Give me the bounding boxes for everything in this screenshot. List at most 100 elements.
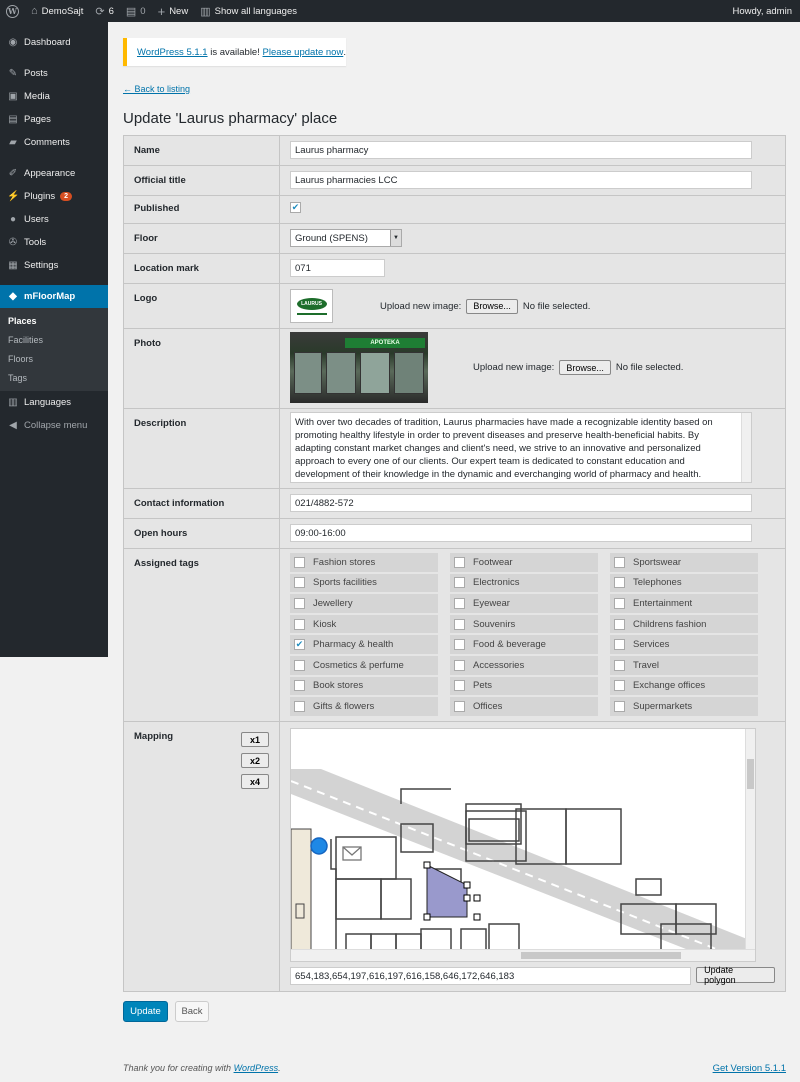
- sidebar-item-dashboard[interactable]: ◉ Dashboard: [0, 31, 108, 54]
- submenu-item-places[interactable]: Places: [0, 311, 108, 330]
- map-vertical-scrollbar[interactable]: [745, 729, 755, 951]
- polygon-coordinates-field[interactable]: 654,183,654,197,616,197,616,158,646,172,…: [290, 967, 692, 985]
- footer-wordpress-link[interactable]: WordPress: [234, 1063, 279, 1073]
- comments-link[interactable]: ▤ 0: [120, 0, 152, 22]
- submenu-item-tags[interactable]: Tags: [0, 368, 108, 387]
- submenu-item-floors[interactable]: Floors: [0, 349, 108, 368]
- tag-checkbox[interactable]: ✔: [294, 639, 305, 651]
- tag-checkbox[interactable]: [614, 577, 625, 589]
- floor-map-canvas[interactable]: [290, 728, 756, 962]
- tag-option[interactable]: Childrens fashion: [610, 614, 758, 634]
- tag-checkbox[interactable]: [614, 700, 625, 712]
- tag-option[interactable]: Cosmetics & perfume: [290, 655, 438, 675]
- tag-checkbox[interactable]: [614, 618, 625, 630]
- sidebar-item-users[interactable]: ● Users: [0, 208, 108, 231]
- sidebar-item-tools[interactable]: ✇ Tools: [0, 231, 108, 254]
- tag-checkbox[interactable]: [294, 680, 305, 692]
- tag-option[interactable]: Supermarkets: [610, 697, 758, 716]
- back-button[interactable]: Back: [175, 1001, 209, 1022]
- tag-checkbox[interactable]: [454, 659, 465, 671]
- tag-checkbox[interactable]: [454, 639, 465, 651]
- collapse-menu-button[interactable]: ◀ Collapse menu: [0, 414, 108, 437]
- tag-checkbox[interactable]: [614, 597, 625, 609]
- floor-select[interactable]: Ground (SPENS) ▼: [290, 229, 402, 247]
- site-name-link[interactable]: ⌂ DemoSajt: [25, 0, 89, 22]
- show-languages-link[interactable]: ▥ Show all languages: [194, 0, 303, 22]
- tag-checkbox[interactable]: [454, 700, 465, 712]
- update-polygon-button[interactable]: Update polygon: [696, 965, 775, 985]
- tag-option[interactable]: Fashion stores: [290, 553, 438, 572]
- sidebar-item-mfloormap[interactable]: ◆ mFloorMap: [0, 285, 108, 308]
- sidebar-item-comments[interactable]: ▰ Comments: [0, 131, 108, 154]
- tag-option[interactable]: Book stores: [290, 676, 438, 696]
- tag-option[interactable]: Sports facilities: [290, 573, 438, 593]
- tag-option[interactable]: Kiosk: [290, 614, 438, 634]
- tag-checkbox[interactable]: [294, 556, 305, 568]
- sidebar-item-plugins[interactable]: ⚡ Plugins 2: [0, 185, 108, 208]
- tag-checkbox[interactable]: [614, 680, 625, 692]
- tag-checkbox[interactable]: [454, 680, 465, 692]
- tag-option[interactable]: Offices: [450, 697, 598, 716]
- tag-option[interactable]: Entertainment: [610, 594, 758, 613]
- tag-checkbox[interactable]: [454, 556, 465, 568]
- tag-option[interactable]: ✔ Pharmacy & health: [290, 635, 438, 654]
- photo-browse-button[interactable]: Browse...: [559, 360, 611, 375]
- back-to-listing-link[interactable]: ← Back to listing: [123, 84, 190, 94]
- tag-option[interactable]: Services: [610, 635, 758, 654]
- contact-information-field[interactable]: 021/4882-572: [290, 494, 752, 512]
- tag-option[interactable]: Pets: [450, 676, 598, 696]
- tag-option[interactable]: Electronics: [450, 573, 598, 593]
- tag-checkbox[interactable]: [294, 577, 305, 589]
- tag-option[interactable]: Eyewear: [450, 594, 598, 613]
- open-hours-field[interactable]: 09:00-16:00: [290, 524, 752, 542]
- sidebar-item-settings[interactable]: ▦ Settings: [0, 254, 108, 277]
- tag-option[interactable]: Jewellery: [290, 594, 438, 613]
- sidebar-item-media[interactable]: ▣ Media: [0, 85, 108, 108]
- sidebar-item-pages[interactable]: ▤ Pages: [0, 108, 108, 131]
- tag-option[interactable]: Exchange offices: [610, 676, 758, 696]
- tag-checkbox[interactable]: [614, 556, 625, 568]
- tag-checkbox[interactable]: [454, 618, 465, 630]
- tag-checkbox[interactable]: [614, 639, 625, 651]
- location-mark-field[interactable]: 071: [290, 259, 385, 277]
- tag-checkbox[interactable]: [454, 597, 465, 609]
- footer-version-link[interactable]: Get Version 5.1.1: [713, 1063, 786, 1074]
- sidebar-item-appearance[interactable]: ✐ Appearance: [0, 162, 108, 185]
- wordpress-logo-button[interactable]: W: [0, 0, 25, 22]
- published-checkbox[interactable]: ✔: [290, 202, 301, 213]
- tag-checkbox[interactable]: [614, 659, 625, 671]
- tag-label: Footwear: [473, 556, 513, 568]
- tag-option[interactable]: Travel: [610, 655, 758, 675]
- tag-checkbox[interactable]: [294, 597, 305, 609]
- wordpress-version-link[interactable]: WordPress 5.1.1: [137, 47, 208, 58]
- description-scrollbar[interactable]: [741, 413, 751, 482]
- submenu-item-facilities[interactable]: Facilities: [0, 330, 108, 349]
- tag-option[interactable]: Food & beverage: [450, 635, 598, 654]
- name-field[interactable]: Laurus pharmacy: [290, 141, 752, 159]
- updates-link[interactable]: ⟳ 6: [89, 0, 120, 22]
- tag-option[interactable]: Gifts & flowers: [290, 697, 438, 716]
- zoom-x4-button[interactable]: x4: [241, 774, 269, 789]
- update-button[interactable]: Update: [123, 1001, 168, 1022]
- official-title-field[interactable]: Laurus pharmacies LCC: [290, 171, 752, 189]
- tag-option[interactable]: Souvenirs: [450, 614, 598, 634]
- new-content-link[interactable]: + New: [152, 0, 195, 22]
- update-now-link[interactable]: Please update now: [263, 47, 344, 58]
- tag-option[interactable]: Telephones: [610, 573, 758, 593]
- description-textarea[interactable]: With over two decades of tradition, Laur…: [290, 412, 752, 483]
- tag-option[interactable]: Footwear: [450, 553, 598, 572]
- tag-label: Electronics: [473, 577, 520, 589]
- tag-checkbox[interactable]: [454, 577, 465, 589]
- sidebar-item-posts[interactable]: ✎ Posts: [0, 62, 108, 85]
- tag-checkbox[interactable]: [294, 618, 305, 630]
- account-menu[interactable]: Howdy, admin: [727, 0, 800, 22]
- map-horizontal-scrollbar[interactable]: [291, 949, 755, 961]
- tag-checkbox[interactable]: [294, 659, 305, 671]
- tag-option[interactable]: Sportswear: [610, 553, 758, 572]
- tag-checkbox[interactable]: [294, 700, 305, 712]
- tag-option[interactable]: Accessories: [450, 655, 598, 675]
- zoom-x1-button[interactable]: x1: [241, 732, 269, 747]
- logo-browse-button[interactable]: Browse...: [466, 298, 518, 314]
- zoom-x2-button[interactable]: x2: [241, 753, 269, 768]
- sidebar-item-languages[interactable]: ▥ Languages: [0, 391, 108, 414]
